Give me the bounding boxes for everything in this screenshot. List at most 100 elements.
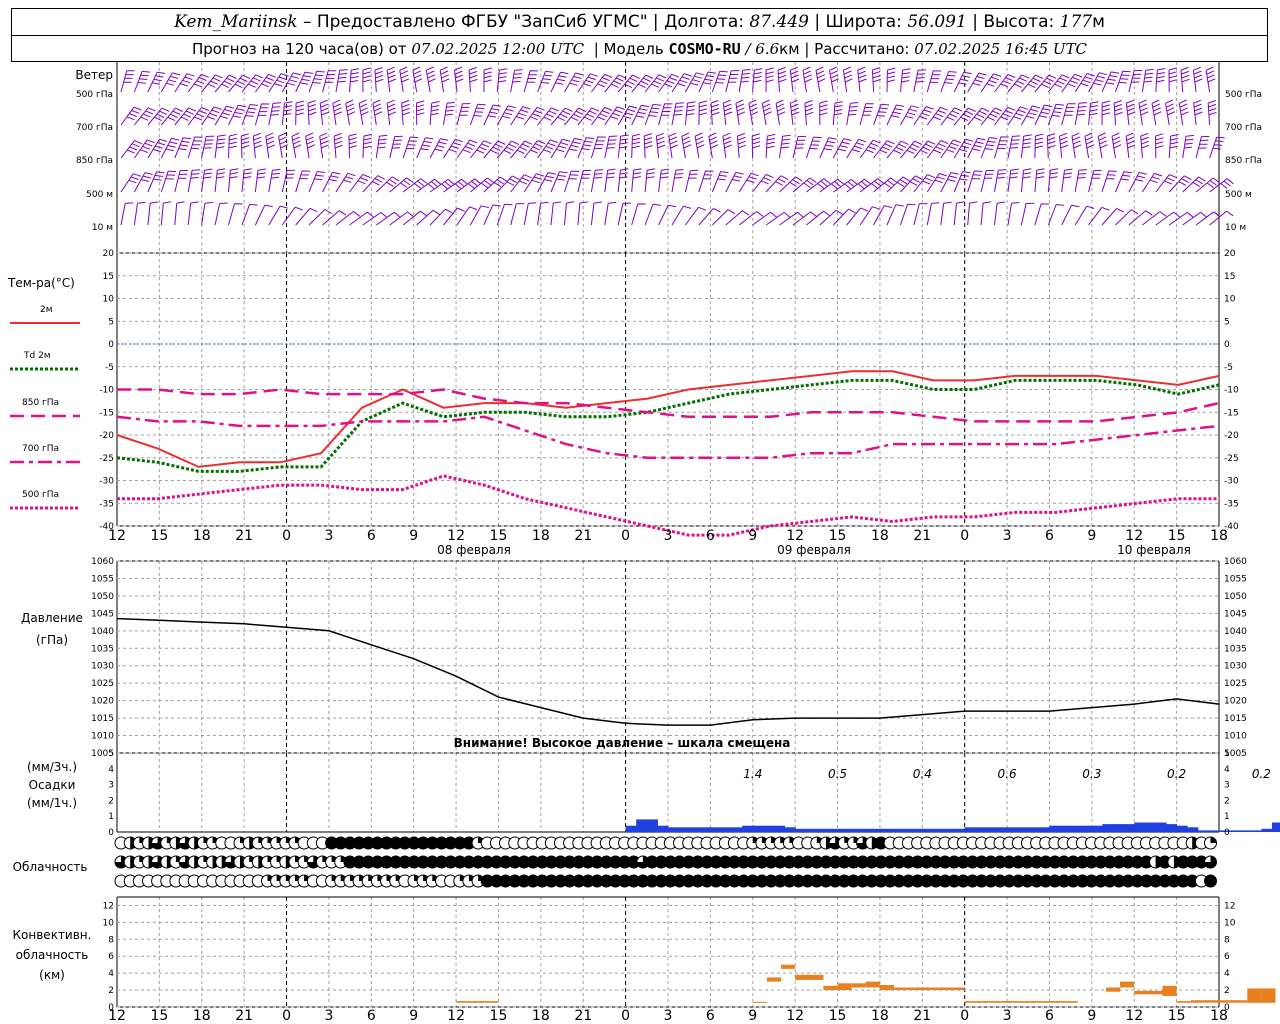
wind-barb xyxy=(658,103,673,126)
temp-ytick-left: -35 xyxy=(99,499,114,509)
wind-level-label-right: 500 гПа xyxy=(1225,90,1262,100)
wind-barb xyxy=(725,70,740,93)
x-tick-label-bottom: 12 xyxy=(447,1008,465,1024)
pres-ytick-right: 1020 xyxy=(1224,697,1247,707)
wind-barb xyxy=(416,178,442,193)
wind-barb xyxy=(386,99,397,126)
wind-barb xyxy=(805,136,822,159)
date-label: 10 февраля xyxy=(1117,543,1191,557)
wind-barb xyxy=(792,177,817,193)
wind-barb xyxy=(252,132,263,159)
wind-barb xyxy=(792,211,818,226)
wind-barb xyxy=(174,107,197,126)
temp-ytick-right: 5 xyxy=(1224,317,1230,327)
convective-bar xyxy=(851,983,866,988)
wind-barb xyxy=(443,138,464,159)
wind-barb xyxy=(761,99,772,126)
precip-bar xyxy=(816,828,828,832)
x-tick-label-bottom: 0 xyxy=(282,1008,291,1024)
wind-level-label-right: 700 гПа xyxy=(1225,123,1262,133)
wind-barb xyxy=(362,175,385,193)
wind-barb xyxy=(1125,99,1136,126)
x-tick-label-bottom: 15 xyxy=(829,1008,847,1024)
pressure-warning: Внимание! Высокое давление – шкала смеще… xyxy=(454,736,791,750)
wind-barb xyxy=(241,168,252,193)
convective-bar xyxy=(1162,985,1177,996)
wind-barb xyxy=(900,203,916,226)
x-tick-label-bottom: 12 xyxy=(1125,1008,1143,1024)
convective-bar xyxy=(964,1001,1078,1003)
wind-barb xyxy=(335,69,348,93)
wind-barb xyxy=(496,203,513,226)
wind-barb xyxy=(577,107,600,126)
wind-barb xyxy=(564,201,575,226)
precip-total: 0.4 xyxy=(913,767,932,781)
wind-barb xyxy=(1155,174,1177,193)
pres-ytick-left: 1035 xyxy=(91,644,114,654)
wind-barb xyxy=(913,203,928,226)
wind-barb xyxy=(201,74,223,93)
precip-panel xyxy=(625,819,1280,832)
precip-bar xyxy=(1272,822,1280,832)
wind-barb xyxy=(1101,208,1125,226)
x-tick-label: 21 xyxy=(574,528,592,544)
x-tick-label-bottom: 15 xyxy=(490,1008,508,1024)
wind-barb xyxy=(738,211,764,226)
precip-bar xyxy=(625,825,637,832)
wind-barb xyxy=(779,134,791,159)
prec-ytick-right: 2 xyxy=(1224,796,1230,806)
x-tick-label-bottom: 6 xyxy=(1045,1008,1054,1024)
precip-bar xyxy=(890,828,902,832)
x-tick-label: 3 xyxy=(1003,528,1012,544)
wind-barb xyxy=(510,174,532,193)
wind-barb xyxy=(537,70,554,93)
wind-barb xyxy=(483,140,506,159)
wind-barb xyxy=(967,170,983,193)
wind-barb xyxy=(133,70,151,93)
pres-ytick-right: 1030 xyxy=(1224,662,1247,672)
wind-barb xyxy=(577,137,595,159)
precip-bar xyxy=(774,825,786,832)
wind-barb xyxy=(429,101,440,126)
pres-ytick-left: 1025 xyxy=(91,679,114,689)
pressure-title: Давление xyxy=(21,611,83,625)
wind-barb xyxy=(1047,103,1064,126)
wind-barb xyxy=(345,99,356,126)
wind-barb xyxy=(994,201,1006,226)
wind-barb xyxy=(483,176,508,193)
wind-barb xyxy=(120,70,135,93)
precip-bar xyxy=(1017,827,1029,832)
conv-ytick-right: 0 xyxy=(1224,1003,1230,1013)
wind-barb xyxy=(120,106,142,126)
wind-barb xyxy=(335,211,361,226)
wind-barb xyxy=(537,172,556,193)
wind-barb xyxy=(443,207,466,226)
wind-barb xyxy=(668,132,679,159)
wind-barb xyxy=(698,170,714,193)
temp-legend-label: 2м xyxy=(40,305,53,315)
wind-barb xyxy=(134,107,156,126)
conv-ytick-left: 2 xyxy=(108,986,114,996)
wind-barb xyxy=(307,100,317,126)
wind-barb xyxy=(1101,100,1111,126)
wind-barb xyxy=(1074,205,1095,226)
convective-bar xyxy=(1176,1001,1191,1003)
wind-barb xyxy=(765,133,776,159)
precip-total: 0.5 xyxy=(828,767,847,781)
wind-barb xyxy=(590,169,604,193)
wind-barb xyxy=(375,176,400,193)
conv-title-3: (км) xyxy=(39,968,65,982)
wind-barb xyxy=(900,68,911,93)
wind-barb xyxy=(523,70,539,93)
wind-barb xyxy=(752,68,763,93)
precip-bar xyxy=(879,828,891,832)
cloud-panel xyxy=(114,836,1217,888)
wind-barb xyxy=(873,140,895,159)
wind-level-label-left: 850 гПа xyxy=(76,156,113,166)
wind-barb xyxy=(833,178,858,193)
wind-barb xyxy=(523,140,546,159)
wind-barb xyxy=(926,106,949,126)
wind-barb xyxy=(940,71,957,93)
precip-bar xyxy=(731,827,743,832)
temp-ytick-left: -20 xyxy=(99,431,114,441)
